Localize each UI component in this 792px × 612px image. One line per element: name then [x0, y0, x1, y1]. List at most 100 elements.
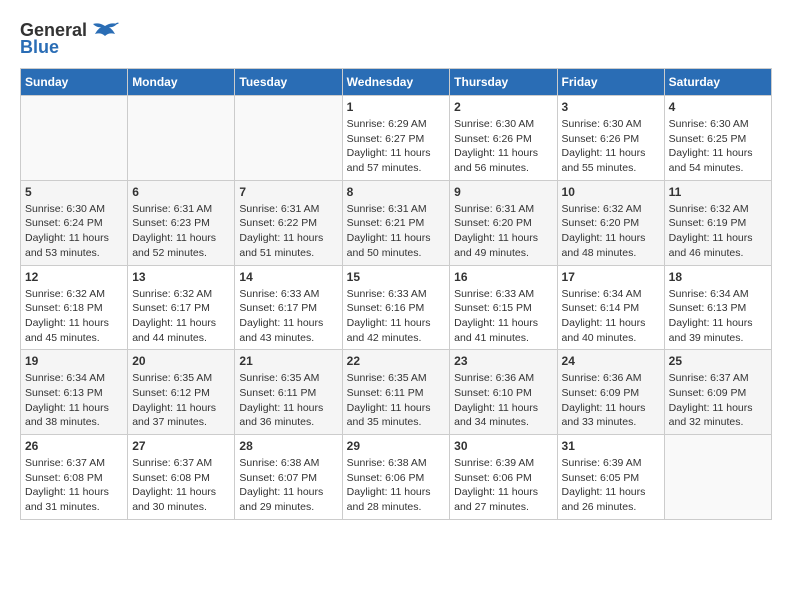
- calendar-cell: 21Sunrise: 6:35 AM Sunset: 6:11 PM Dayli…: [235, 350, 342, 435]
- calendar-header-wednesday: Wednesday: [342, 69, 450, 96]
- day-number: 5: [25, 185, 123, 199]
- day-info: Sunrise: 6:35 AM Sunset: 6:11 PM Dayligh…: [239, 371, 337, 430]
- day-number: 15: [347, 270, 446, 284]
- calendar-cell: [235, 96, 342, 181]
- day-number: 26: [25, 439, 123, 453]
- calendar-cell: [664, 435, 771, 520]
- day-number: 16: [454, 270, 552, 284]
- calendar-header-sunday: Sunday: [21, 69, 128, 96]
- day-number: 25: [669, 354, 767, 368]
- page-header: General Blue: [20, 20, 772, 58]
- day-number: 28: [239, 439, 337, 453]
- day-number: 6: [132, 185, 230, 199]
- day-info: Sunrise: 6:31 AM Sunset: 6:23 PM Dayligh…: [132, 202, 230, 261]
- day-number: 29: [347, 439, 446, 453]
- calendar-cell: 10Sunrise: 6:32 AM Sunset: 6:20 PM Dayli…: [557, 180, 664, 265]
- calendar-header-thursday: Thursday: [450, 69, 557, 96]
- day-info: Sunrise: 6:39 AM Sunset: 6:06 PM Dayligh…: [454, 456, 552, 515]
- calendar-header-saturday: Saturday: [664, 69, 771, 96]
- calendar-cell: 13 Sunrise: 6:32 AM Sunset: 6:17 PM Dayli…: [128, 265, 235, 350]
- day-number: 1: [347, 100, 446, 114]
- day-info: Sunrise: 6:37 AM Sunset: 6:08 PM Dayligh…: [25, 456, 123, 515]
- day-number: 20: [132, 354, 230, 368]
- day-number: 8: [347, 185, 446, 199]
- day-info: Sunrise: 6:33 AM Sunset: 6:16 PM Dayligh…: [347, 287, 446, 346]
- calendar-cell: 14 Sunrise: 6:33 AM Sunset: 6:17 PM Dayli…: [235, 265, 342, 350]
- day-number: 12: [25, 270, 123, 284]
- calendar-cell: 27Sunrise: 6:37 AM Sunset: 6:08 PM Dayli…: [128, 435, 235, 520]
- day-number: 3: [562, 100, 660, 114]
- day-info: Sunrise: 6:31 AM Sunset: 6:20 PM Dayligh…: [454, 202, 552, 261]
- logo-bird-icon: [91, 22, 119, 40]
- day-info: Sunrise: 6:32 AM Sunset: 6:17 PM Dayligh…: [132, 287, 230, 346]
- calendar-header-row: SundayMondayTuesdayWednesdayThursdayFrid…: [21, 69, 772, 96]
- calendar-week-row: 1 Sunrise: 6:29 AM Sunset: 6:27 PM Daylig…: [21, 96, 772, 181]
- calendar-cell: 1 Sunrise: 6:29 AM Sunset: 6:27 PM Daylig…: [342, 96, 450, 181]
- day-info: Sunrise: 6:33 AM Sunset: 6:17 PM Dayligh…: [239, 287, 337, 346]
- day-info: Sunrise: 6:30 AM Sunset: 6:24 PM Dayligh…: [25, 202, 123, 261]
- day-info: Sunrise: 6:35 AM Sunset: 6:12 PM Dayligh…: [132, 371, 230, 430]
- calendar-table: SundayMondayTuesdayWednesdayThursdayFrid…: [20, 68, 772, 520]
- calendar-cell: 25 Sunrise: 6:37 AM Sunset: 6:09 PM Dayli…: [664, 350, 771, 435]
- calendar-week-row: 12 Sunrise: 6:32 AM Sunset: 6:18 PM Dayli…: [21, 265, 772, 350]
- day-info: Sunrise: 6:32 AM Sunset: 6:19 PM Dayligh…: [669, 202, 767, 261]
- calendar-cell: 15 Sunrise: 6:33 AM Sunset: 6:16 PM Dayli…: [342, 265, 450, 350]
- calendar-cell: 3 Sunrise: 6:30 AM Sunset: 6:26 PM Daylig…: [557, 96, 664, 181]
- day-number: 30: [454, 439, 552, 453]
- calendar-header-friday: Friday: [557, 69, 664, 96]
- calendar-cell: 29 Sunrise: 6:38 AM Sunset: 6:06 PM Dayli…: [342, 435, 450, 520]
- calendar-week-row: 19 Sunrise: 6:34 AM Sunset: 6:13 PM Dayli…: [21, 350, 772, 435]
- day-info: Sunrise: 6:29 AM Sunset: 6:27 PM Dayligh…: [347, 117, 446, 176]
- calendar-cell: 17 Sunrise: 6:34 AM Sunset: 6:14 PM Dayli…: [557, 265, 664, 350]
- day-number: 18: [669, 270, 767, 284]
- day-info: Sunrise: 6:38 AM Sunset: 6:07 PM Dayligh…: [239, 456, 337, 515]
- day-info: Sunrise: 6:32 AM Sunset: 6:20 PM Dayligh…: [562, 202, 660, 261]
- calendar-cell: 23 Sunrise: 6:36 AM Sunset: 6:10 PM Dayli…: [450, 350, 557, 435]
- calendar-week-row: 26 Sunrise: 6:37 AM Sunset: 6:08 PM Dayli…: [21, 435, 772, 520]
- day-number: 17: [562, 270, 660, 284]
- day-number: 19: [25, 354, 123, 368]
- calendar-cell: 16 Sunrise: 6:33 AM Sunset: 6:15 PM Dayli…: [450, 265, 557, 350]
- calendar-cell: 12 Sunrise: 6:32 AM Sunset: 6:18 PM Dayli…: [21, 265, 128, 350]
- day-info: Sunrise: 6:39 AM Sunset: 6:05 PM Dayligh…: [562, 456, 660, 515]
- day-info: Sunrise: 6:30 AM Sunset: 6:26 PM Dayligh…: [454, 117, 552, 176]
- calendar-cell: 6 Sunrise: 6:31 AM Sunset: 6:23 PM Daylig…: [128, 180, 235, 265]
- calendar-cell: 18 Sunrise: 6:34 AM Sunset: 6:13 PM Dayli…: [664, 265, 771, 350]
- calendar-cell: [128, 96, 235, 181]
- day-info: Sunrise: 6:34 AM Sunset: 6:14 PM Dayligh…: [562, 287, 660, 346]
- day-info: Sunrise: 6:32 AM Sunset: 6:18 PM Dayligh…: [25, 287, 123, 346]
- calendar-cell: 31Sunrise: 6:39 AM Sunset: 6:05 PM Dayli…: [557, 435, 664, 520]
- calendar-cell: 11Sunrise: 6:32 AM Sunset: 6:19 PM Dayli…: [664, 180, 771, 265]
- day-number: 24: [562, 354, 660, 368]
- day-number: 7: [239, 185, 337, 199]
- day-info: Sunrise: 6:34 AM Sunset: 6:13 PM Dayligh…: [669, 287, 767, 346]
- calendar-cell: 26 Sunrise: 6:37 AM Sunset: 6:08 PM Dayli…: [21, 435, 128, 520]
- day-info: Sunrise: 6:38 AM Sunset: 6:06 PM Dayligh…: [347, 456, 446, 515]
- calendar-cell: 28 Sunrise: 6:38 AM Sunset: 6:07 PM Dayli…: [235, 435, 342, 520]
- day-info: Sunrise: 6:36 AM Sunset: 6:10 PM Dayligh…: [454, 371, 552, 430]
- day-number: 14: [239, 270, 337, 284]
- day-info: Sunrise: 6:36 AM Sunset: 6:09 PM Dayligh…: [562, 371, 660, 430]
- day-number: 13: [132, 270, 230, 284]
- calendar-cell: 22 Sunrise: 6:35 AM Sunset: 6:11 PM Dayli…: [342, 350, 450, 435]
- calendar-cell: 19 Sunrise: 6:34 AM Sunset: 6:13 PM Dayli…: [21, 350, 128, 435]
- day-number: 23: [454, 354, 552, 368]
- day-info: Sunrise: 6:31 AM Sunset: 6:22 PM Dayligh…: [239, 202, 337, 261]
- day-number: 9: [454, 185, 552, 199]
- calendar-cell: [21, 96, 128, 181]
- calendar-cell: 7 Sunrise: 6:31 AM Sunset: 6:22 PM Daylig…: [235, 180, 342, 265]
- day-info: Sunrise: 6:34 AM Sunset: 6:13 PM Dayligh…: [25, 371, 123, 430]
- day-info: Sunrise: 6:30 AM Sunset: 6:25 PM Dayligh…: [669, 117, 767, 176]
- logo: General Blue: [20, 20, 119, 58]
- day-info: Sunrise: 6:33 AM Sunset: 6:15 PM Dayligh…: [454, 287, 552, 346]
- calendar-cell: 9 Sunrise: 6:31 AM Sunset: 6:20 PM Daylig…: [450, 180, 557, 265]
- day-info: Sunrise: 6:30 AM Sunset: 6:26 PM Dayligh…: [562, 117, 660, 176]
- day-number: 2: [454, 100, 552, 114]
- day-info: Sunrise: 6:35 AM Sunset: 6:11 PM Dayligh…: [347, 371, 446, 430]
- calendar-header-monday: Monday: [128, 69, 235, 96]
- calendar-week-row: 5 Sunrise: 6:30 AM Sunset: 6:24 PM Daylig…: [21, 180, 772, 265]
- calendar-cell: 20 Sunrise: 6:35 AM Sunset: 6:12 PM Dayli…: [128, 350, 235, 435]
- logo-text-blue: Blue: [20, 37, 59, 58]
- day-number: 22: [347, 354, 446, 368]
- day-info: Sunrise: 6:37 AM Sunset: 6:09 PM Dayligh…: [669, 371, 767, 430]
